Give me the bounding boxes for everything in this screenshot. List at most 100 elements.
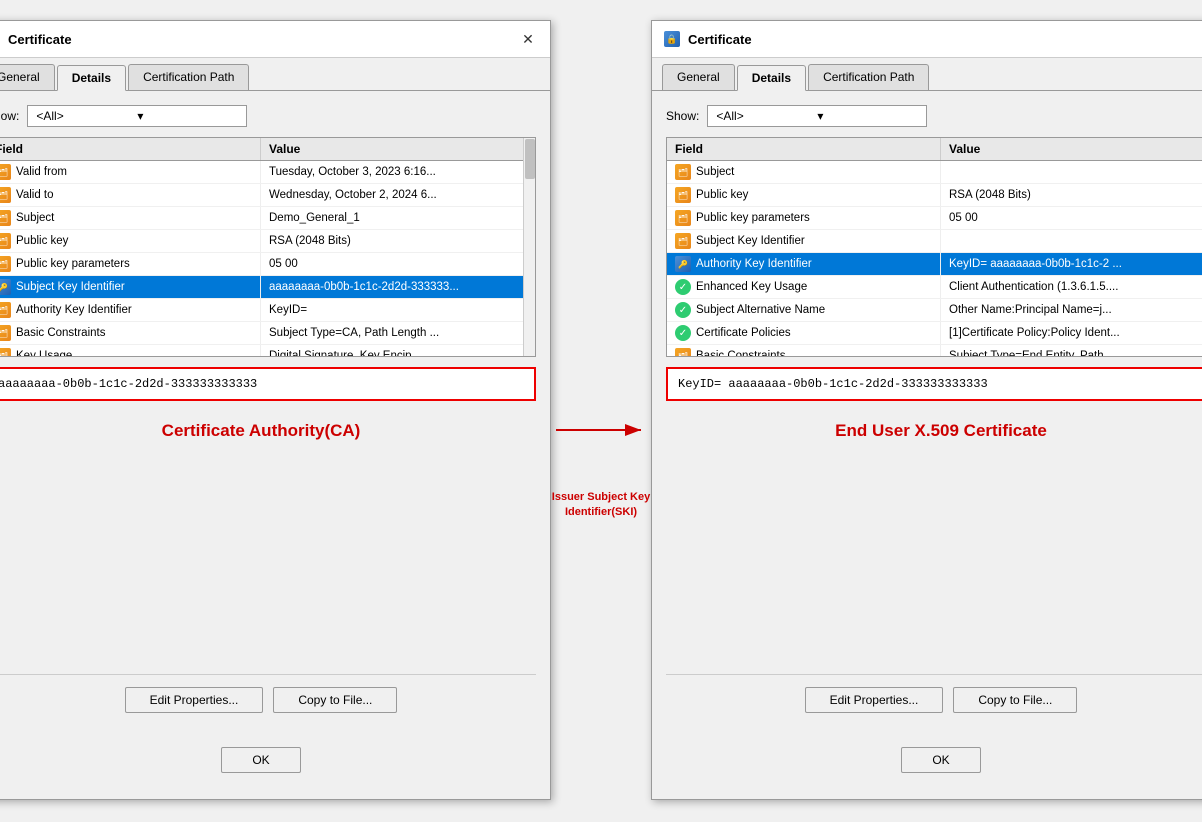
field-cell: ✓Certificate Policies [667, 322, 941, 344]
show-select-ca[interactable]: <All> ▾ [27, 105, 247, 127]
field-cell: 🗂Key Usage [0, 345, 261, 357]
field-cell: 🗂Subject [667, 161, 941, 183]
col-field-ca: Field [0, 138, 261, 160]
table-row[interactable]: 🗂Authority Key IdentifierKeyID= [0, 299, 535, 322]
table-header-ca: Field Value [0, 138, 535, 161]
cert-icon: 🗂 [0, 348, 11, 357]
cert-icon: 🗂 [675, 233, 691, 249]
show-row-ca: Show: <All> ▾ [0, 105, 536, 127]
table-row[interactable]: 🗂Public keyRSA (2048 Bits) [0, 230, 535, 253]
value-cell: Other Name:Principal Name=j... [941, 299, 1202, 321]
table-row[interactable]: 🗂Valid fromTuesday, October 3, 2023 6:16… [0, 161, 535, 184]
chevron-down-icon-eu: ▾ [817, 109, 918, 123]
table-row[interactable]: 🔑Authority Key IdentifierKeyID= aaaaaaaa… [667, 253, 1202, 276]
table-row[interactable]: 🗂Basic ConstraintsSubject Type=End Entit… [667, 345, 1202, 357]
tab-details-eu[interactable]: Details [737, 65, 806, 91]
field-cell: 🗂Authority Key Identifier [0, 299, 261, 321]
cert-icon: 🗂 [0, 233, 11, 249]
value-cell: 05 00 [941, 207, 1202, 229]
value-cell: RSA (2048 Bits) [261, 230, 535, 252]
copy-to-file-button-eu[interactable]: Copy to File... [953, 687, 1077, 713]
value-box-eu: KeyID= aaaaaaaa-0b0b-1c1c-2d2d-333333333… [666, 367, 1202, 401]
eu-label: End User X.509 Certificate [666, 411, 1202, 451]
field-cell: 🔑Authority Key Identifier [667, 253, 941, 275]
tabs-eu: General Details Certification Path [652, 58, 1202, 91]
cert-icon: 🗂 [675, 187, 691, 203]
table-row[interactable]: 🗂Public key parameters05 00 [667, 207, 1202, 230]
scrollbar-ca[interactable] [523, 138, 535, 356]
table-header-eu: Field Value [667, 138, 1202, 161]
table-row[interactable]: 🗂Key UsageDigital Signature, Key Encip..… [0, 345, 535, 357]
cert-icon: 🗂 [675, 164, 691, 180]
chevron-down-icon-ca: ▾ [137, 109, 238, 123]
value-cell: RSA (2048 Bits) [941, 184, 1202, 206]
table-row[interactable]: ✓Subject Alternative NameOther Name:Prin… [667, 299, 1202, 322]
copy-to-file-button-ca[interactable]: Copy to File... [273, 687, 397, 713]
table-eu: Field Value 🗂Subject🗂Public keyRSA (2048… [666, 137, 1202, 357]
ca-label: Certificate Authority(CA) [0, 411, 536, 451]
tab-details-ca[interactable]: Details [57, 65, 126, 91]
close-button-eu[interactable]: ✕ [1198, 29, 1202, 49]
edit-properties-button-ca[interactable]: Edit Properties... [125, 687, 264, 713]
col-value-ca: Value [261, 138, 535, 160]
table-row[interactable]: 🗂Valid toWednesday, October 2, 2024 6... [0, 184, 535, 207]
cert-icon: 🗂 [0, 256, 11, 272]
table-row[interactable]: 🔑Subject Key Identifieraaaaaaaa-0b0b-1c1… [0, 276, 535, 299]
show-select-eu[interactable]: <All> ▾ [707, 105, 927, 127]
scrollbar-thumb-ca[interactable] [525, 139, 535, 179]
table-row[interactable]: 🗂Subject Key Identifier [667, 230, 1202, 253]
value-cell: KeyID= [261, 299, 535, 321]
tab-general-eu[interactable]: General [662, 64, 735, 90]
table-row[interactable]: 🗂Basic ConstraintsSubject Type=CA, Path … [0, 322, 535, 345]
show-label-ca: Show: [0, 109, 19, 123]
cert-icon-eu: 🔒 [664, 31, 680, 47]
value-cell [941, 161, 1202, 183]
value-cell: Demo_General_1 [261, 207, 535, 229]
show-select-value-eu: <All> [716, 109, 817, 123]
table-row[interactable]: ✓Enhanced Key UsageClient Authentication… [667, 276, 1202, 299]
field-cell: 🗂Basic Constraints [667, 345, 941, 357]
ok-button-eu[interactable]: OK [901, 747, 980, 773]
table-ca: Field Value 🗂Valid fromTuesday, October … [0, 137, 536, 357]
table-row[interactable]: 🗂Public keyRSA (2048 Bits) [667, 184, 1202, 207]
title-bar-eu: 🔒 Certificate ✕ [652, 21, 1202, 58]
arrow-area: Issuer Subject KeyIdentifier(SKI) [551, 410, 651, 521]
green-cert-icon: ✓ [675, 279, 691, 295]
ok-footer-eu: OK [666, 735, 1202, 785]
dialog-eu: 🔒 Certificate ✕ General Details Certific… [651, 20, 1202, 800]
table-row[interactable]: 🗂Subject [667, 161, 1202, 184]
field-cell: 🗂Public key [0, 230, 261, 252]
edit-properties-button-eu[interactable]: Edit Properties... [805, 687, 944, 713]
value-cell: [1]Certificate Policy:Policy Ident... [941, 322, 1202, 344]
green-cert-icon: ✓ [675, 325, 691, 341]
connection-arrow [551, 410, 651, 490]
value-box-ca: aaaaaaaa-0b0b-1c1c-2d2d-333333333333 [0, 367, 536, 401]
value-cell: Subject Type=End Entity, Path... [941, 345, 1202, 357]
field-cell: 🗂Public key parameters [667, 207, 941, 229]
arrow-label: Issuer Subject KeyIdentifier(SKI) [552, 490, 650, 521]
tab-cert-path-eu[interactable]: Certification Path [808, 64, 929, 90]
tab-cert-path-ca[interactable]: Certification Path [128, 64, 249, 90]
col-field-eu: Field [667, 138, 941, 160]
show-label-eu: Show: [666, 109, 699, 123]
value-cell: aaaaaaaa-0b0b-1c1c-2d2d-333333... [261, 276, 535, 298]
field-cell: 🗂Valid to [0, 184, 261, 206]
tab-general-ca[interactable]: General [0, 64, 55, 90]
dialog-title-eu: Certificate [688, 32, 1190, 47]
dialog-title-ca: Certificate [8, 32, 510, 47]
table-row[interactable]: 🗂Public key parameters05 00 [0, 253, 535, 276]
value-cell [941, 230, 1202, 252]
ok-footer-ca: OK [0, 735, 536, 785]
field-cell: 🔑Subject Key Identifier [0, 276, 261, 298]
ok-button-ca[interactable]: OK [221, 747, 300, 773]
cert-icon: 🗂 [0, 302, 11, 318]
cert-icon: 🗂 [0, 210, 11, 226]
close-button-ca[interactable]: ✕ [518, 29, 538, 49]
dialogs-wrapper: 🔒 Certificate ✕ General Details Certific… [0, 20, 1202, 800]
green-cert-icon: ✓ [675, 302, 691, 318]
table-row[interactable]: 🗂SubjectDemo_General_1 [0, 207, 535, 230]
field-cell: ✓Subject Alternative Name [667, 299, 941, 321]
cert-icon: 🗂 [0, 187, 11, 203]
table-row[interactable]: ✓Certificate Policies[1]Certificate Poli… [667, 322, 1202, 345]
field-cell: 🗂Basic Constraints [0, 322, 261, 344]
